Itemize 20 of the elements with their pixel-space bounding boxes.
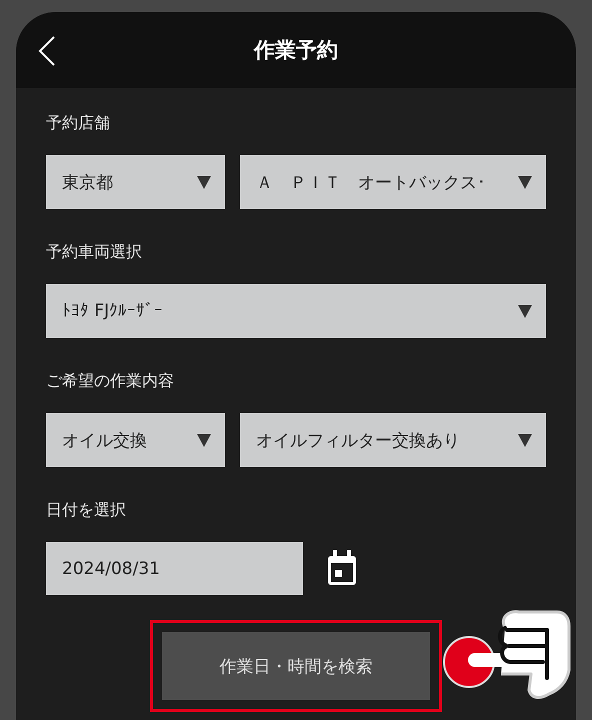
field-label: 予約店舗 [46, 112, 111, 134]
date-field[interactable]: 2024/08/31 [46, 542, 303, 595]
field-label: 日付を選択 [46, 499, 127, 521]
select-field[interactable]: Ａ ＰＩＴ オートバックス･ [240, 155, 546, 209]
caret-icon [518, 434, 532, 446]
pointing-hand-icon [468, 610, 570, 699]
caret-icon [197, 434, 211, 446]
back-icon[interactable] [38, 36, 56, 66]
select-field[interactable]: 東京都 [46, 155, 225, 209]
select-field[interactable]: オイルフィルター交換あり [240, 413, 546, 467]
select-field[interactable]: ﾄﾖﾀ FJｸﾙｰｻﾞｰ [46, 284, 546, 338]
field-label: ご希望の作業内容 [46, 370, 175, 392]
field-label: 予約車両選択 [46, 241, 143, 263]
screen-title: 作業予約 [254, 37, 338, 64]
caret-icon [518, 176, 532, 188]
caret-icon [197, 176, 211, 188]
select-field[interactable]: オイル交換 [46, 413, 225, 467]
calendar-icon[interactable] [326, 550, 358, 587]
search-button[interactable]: 作業日・時間を検索 [162, 632, 430, 700]
caret-icon [518, 304, 532, 318]
